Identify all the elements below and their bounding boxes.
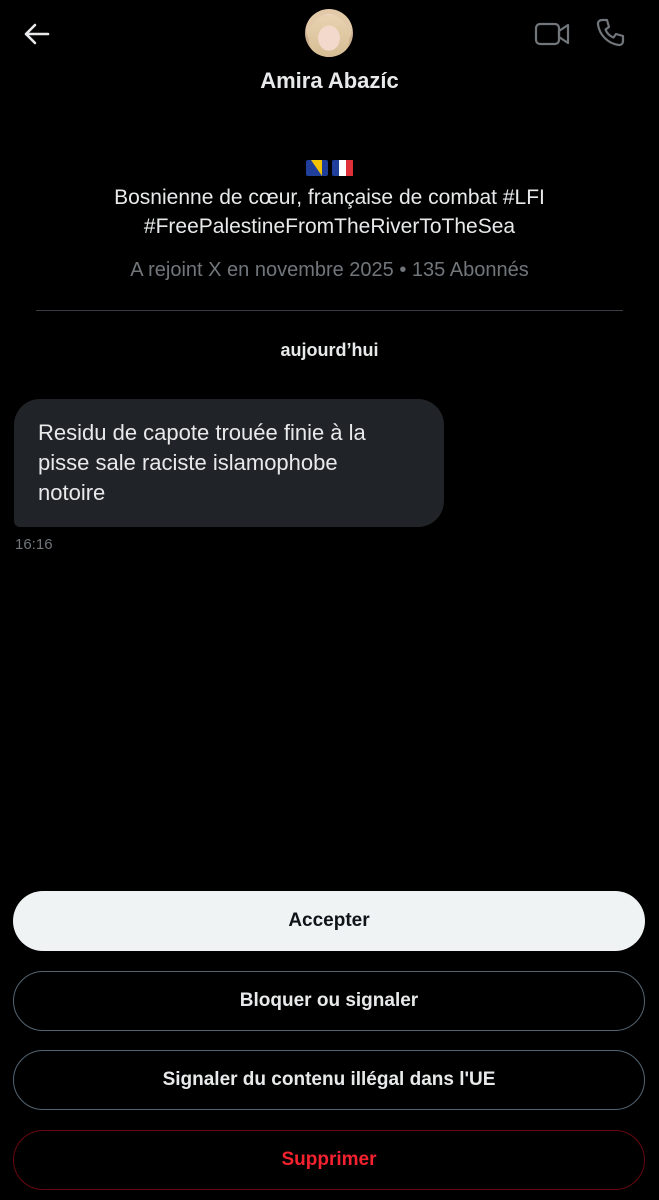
message-line: Residu de capote trouée finie à la (38, 420, 366, 445)
profile-flags (0, 160, 659, 176)
avatar-photo (309, 15, 349, 57)
bio-line: Bosnienne de cœur, française de combat #… (114, 186, 545, 209)
back-button[interactable] (18, 16, 54, 52)
message-timestamp: 16:16 (15, 536, 53, 553)
profile-meta: A rejoint X en novembre 2025 • 135 Abonn… (130, 259, 529, 281)
voice-call-button[interactable] (593, 16, 627, 50)
phone-icon (596, 18, 625, 47)
avatar[interactable] (305, 9, 353, 57)
block-or-report-button[interactable]: Bloquer ou signaler (13, 971, 645, 1031)
profile-bio: Bosnienne de cœur, française de combat #… (40, 183, 619, 241)
message-bubble[interactable]: Residu de capote trouée finie à la pisse… (14, 399, 444, 527)
contact-name[interactable]: Amira Abazíc (0, 68, 659, 94)
video-camera-icon (534, 22, 570, 46)
divider (36, 310, 623, 311)
message-line: pisse sale raciste islamophobe (38, 450, 338, 475)
arrow-left-icon (24, 23, 50, 45)
conversation-header: Amira Abazíc (0, 0, 659, 110)
bio-hashtag-line[interactable]: #FreePalestineFromTheRiverToTheSea (40, 212, 619, 241)
delete-button[interactable]: Supprimer (13, 1130, 645, 1190)
message-line: notoire (38, 480, 106, 505)
bosnia-flag-icon (305, 160, 328, 176)
day-separator: aujourd’hui (280, 340, 379, 360)
report-illegal-content-button[interactable]: Signaler du contenu illégal dans l'UE (13, 1050, 645, 1110)
video-call-button[interactable] (533, 18, 571, 50)
accept-button[interactable]: Accepter (13, 891, 645, 951)
france-flag-icon (331, 160, 354, 176)
